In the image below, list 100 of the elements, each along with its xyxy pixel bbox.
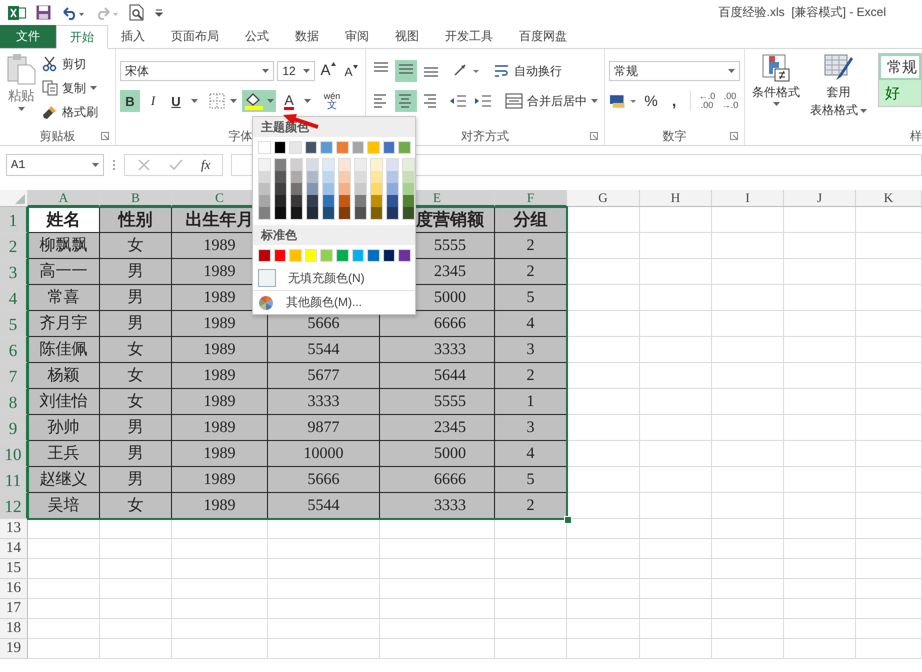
color-swatch[interactable] [403,207,414,219]
select-all-corner[interactable] [0,190,28,207]
color-swatch[interactable] [371,171,382,183]
color-swatch[interactable] [307,183,318,195]
check-icon[interactable] [169,158,183,172]
font-name-dropdown[interactable]: 宋体 [120,61,274,81]
color-swatch[interactable] [339,183,350,195]
redo-icon[interactable] [95,6,119,20]
color-swatch[interactable] [307,159,318,171]
column-header[interactable]: K [856,190,922,207]
conditional-formatting-button[interactable]: 条件格式 [749,53,803,127]
align-center-icon[interactable] [395,90,417,112]
ribbon-tab[interactable]: 审阅 [332,25,382,48]
ribbon-tab[interactable]: 公式 [232,25,282,48]
row-header[interactable]: 13 [0,519,28,539]
row-header[interactable]: 14 [0,539,28,559]
color-swatch[interactable] [291,171,302,183]
dialog-launcher-icon[interactable] [590,132,598,140]
color-swatch[interactable] [259,159,270,171]
font-color-button[interactable]: A [279,90,299,112]
column-header[interactable]: F [495,190,567,207]
color-swatch[interactable] [371,207,382,219]
column-header[interactable]: I [712,190,784,207]
color-swatch[interactable] [382,141,396,154]
row-header[interactable]: 9 [0,415,28,441]
color-swatch[interactable] [339,207,350,219]
dialog-launcher-icon[interactable] [101,132,109,140]
undo-icon[interactable] [61,6,85,20]
fill-color-button[interactable] [242,90,276,112]
row-header[interactable]: 2 [0,233,28,259]
row-header[interactable]: 18 [0,619,28,639]
shrink-font-button[interactable]: A [341,60,361,82]
color-swatch[interactable] [323,159,334,171]
color-swatch[interactable] [320,141,333,154]
insert-function-button[interactable]: fx [201,157,210,173]
dialog-launcher-icon[interactable] [730,132,738,140]
comma-style-button[interactable]: , [664,90,684,112]
color-swatch[interactable] [274,141,286,154]
ribbon-tab[interactable]: 开始 [56,25,108,49]
percent-button[interactable]: % [641,90,662,112]
color-swatch[interactable] [320,249,333,262]
color-swatch[interactable] [382,249,396,262]
color-swatch[interactable] [371,195,382,207]
color-swatch[interactable] [274,249,286,262]
ribbon-tab[interactable]: 插入 [108,25,158,48]
color-swatch[interactable] [403,171,414,183]
color-swatch[interactable] [398,249,411,262]
increase-decimal-button[interactable]: ←.0 .00 [697,90,717,112]
ribbon-tab[interactable]: 页面布局 [158,25,232,48]
color-swatch[interactable] [258,141,271,154]
color-swatch[interactable] [259,195,270,207]
row-header[interactable]: 3 [0,259,28,285]
column-header[interactable]: G [567,190,640,207]
color-swatch[interactable] [371,183,382,195]
color-swatch[interactable] [367,141,380,154]
color-swatch[interactable] [387,183,398,195]
color-swatch[interactable] [291,195,302,207]
painter-button[interactable]: 格式刷 [42,101,98,123]
row-header[interactable]: 10 [0,441,28,467]
color-swatch[interactable] [367,249,380,262]
color-swatch[interactable] [387,195,398,207]
column-header[interactable]: H [640,190,712,207]
currency-icon[interactable] [609,93,638,109]
color-swatch[interactable] [339,159,350,171]
row-header[interactable]: 7 [0,363,28,389]
row-header[interactable]: 6 [0,337,28,363]
italic-button[interactable]: I [143,90,163,112]
decrease-decimal-button[interactable]: .00 →.0 [720,90,740,112]
cell-style-option[interactable]: 常规 [879,54,921,80]
color-swatch[interactable] [291,183,302,195]
color-swatch[interactable] [387,207,398,219]
row-header[interactable]: 8 [0,389,28,415]
color-swatch[interactable] [336,249,349,262]
color-swatch[interactable] [352,141,364,154]
paste-button[interactable]: 粘贴 [4,53,38,127]
color-swatch[interactable] [289,141,302,154]
copy-button[interactable]: 复制 [42,77,98,99]
cancel-icon[interactable] [137,158,151,172]
print-preview-icon[interactable] [129,4,145,21]
color-swatch[interactable] [307,171,318,183]
color-swatch[interactable] [259,171,270,183]
color-swatch[interactable] [355,183,366,195]
column-header[interactable]: A [28,190,100,207]
cell-style-option[interactable]: 好 [879,80,921,106]
grow-font-button[interactable]: A [318,60,338,82]
row-header[interactable]: 1 [0,207,28,233]
decrease-indent-icon[interactable] [449,94,467,108]
align-middle-icon[interactable] [395,60,417,82]
save-icon[interactable] [36,5,51,20]
column-header[interactable]: J [784,190,856,207]
color-swatch[interactable] [355,159,366,171]
color-swatch[interactable] [275,159,286,171]
borders-icon[interactable] [209,93,225,109]
column-header[interactable]: B [100,190,172,207]
color-swatch[interactable] [307,195,318,207]
name-box[interactable]: A1 [6,154,104,176]
color-swatch[interactable] [339,171,350,183]
ribbon-tab[interactable]: 开发工具 [432,25,506,48]
color-swatch[interactable] [398,141,411,154]
phonetic-guide-button[interactable]: wén 文 [322,90,342,112]
